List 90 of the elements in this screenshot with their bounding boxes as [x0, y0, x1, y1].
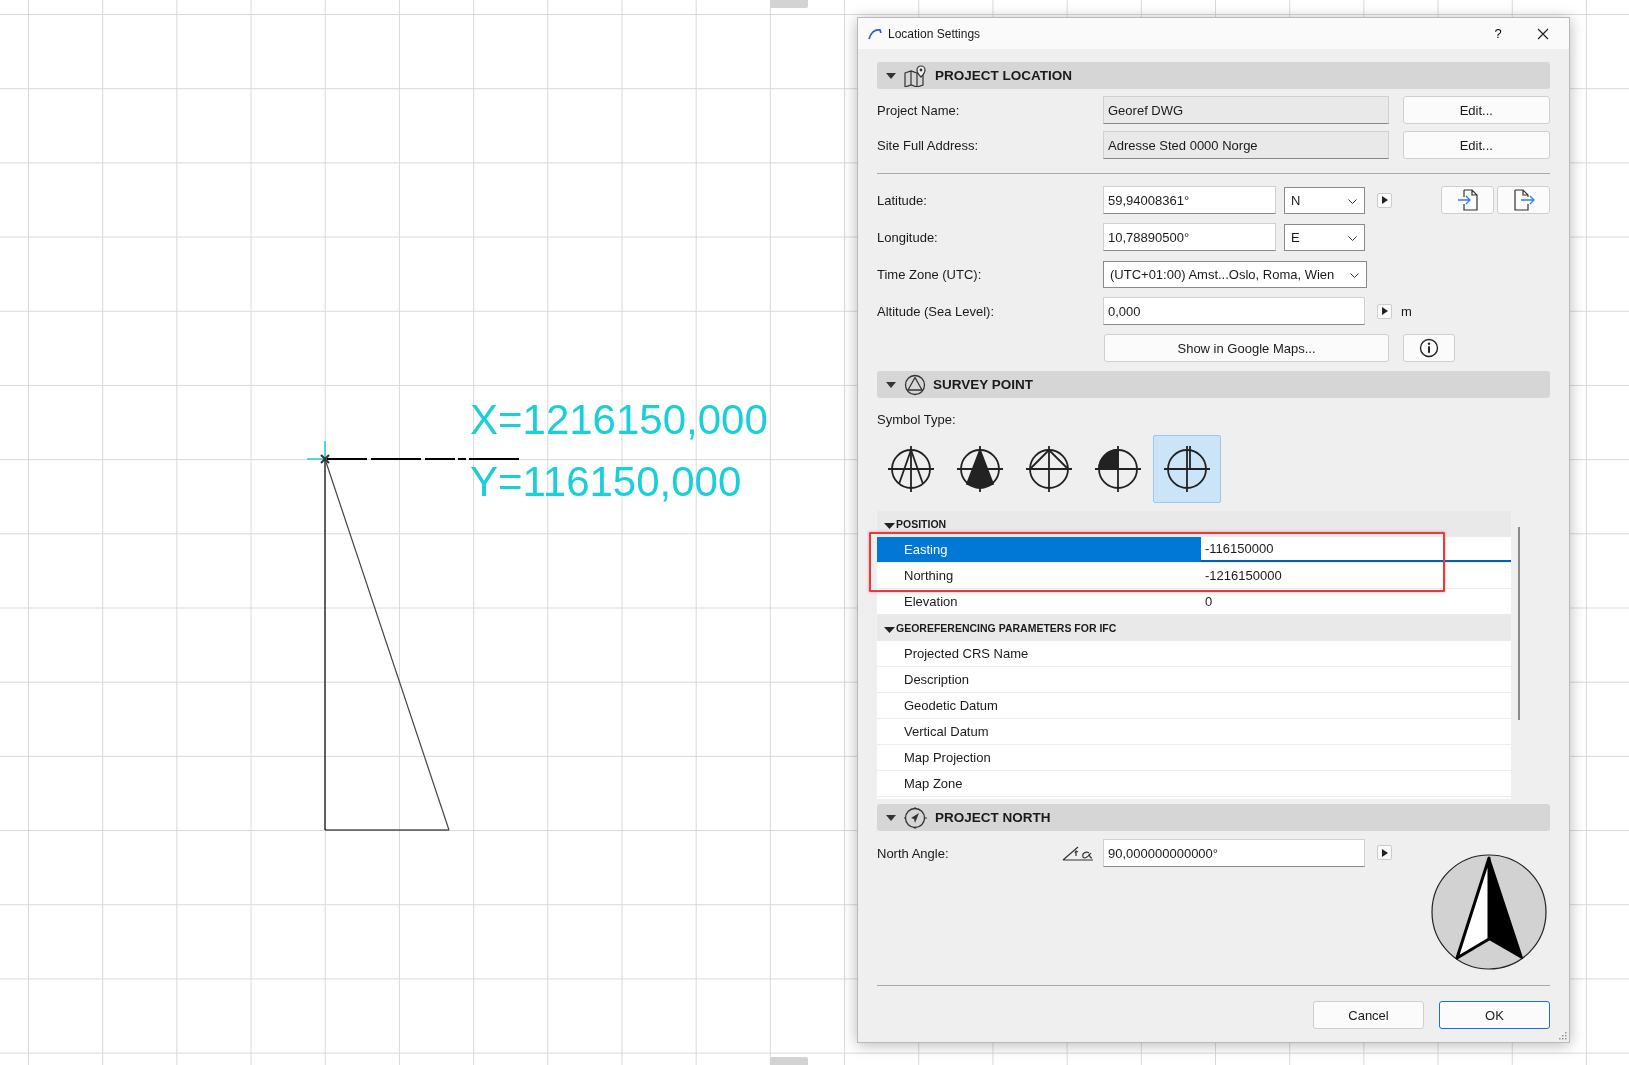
expand-button[interactable] [1377, 303, 1392, 319]
field-label: North Angle: [877, 846, 950, 861]
coordinate-field[interactable]: 10,78890500° [1103, 223, 1276, 251]
field-label: Project Name: [877, 102, 961, 118]
property-row[interactable]: Projected CRS Name [877, 641, 1511, 667]
property-name: Northing [903, 567, 955, 585]
property-name: Map Projection [903, 749, 992, 767]
angle-icon [1062, 844, 1094, 862]
field-label: Time Zone (UTC): [877, 266, 983, 282]
property-name: Vertical Datum [903, 723, 990, 741]
field-label: Latitude: [877, 192, 928, 208]
section-header[interactable]: PROJECT LOCATION [877, 62, 1550, 89]
survey-symbol-icon [1092, 443, 1144, 495]
collapse-triangle-icon [886, 381, 896, 388]
north-angle-field[interactable]: 90,000000000000° [1103, 839, 1365, 867]
property-name: Geodetic Datum [903, 697, 999, 715]
survey-symbol-icon [954, 443, 1006, 495]
expand-button[interactable] [1377, 845, 1392, 860]
property-row[interactable]: Northing -1216150000 [877, 563, 1511, 589]
hemisphere-dropdown[interactable]: N [1284, 186, 1365, 214]
play-arrow-icon [1381, 196, 1388, 204]
survey-symbol-icon [885, 443, 937, 495]
property-name: Map Zone [903, 775, 964, 793]
property-value: -116150000 [1205, 541, 1274, 556]
info-icon [1419, 338, 1439, 358]
collapse-triangle-icon [886, 814, 896, 821]
property-row[interactable]: Map Projection [877, 745, 1511, 771]
hemisphere-dropdown[interactable]: E [1284, 223, 1365, 251]
coordinate-field[interactable]: 59,94008361° [1103, 186, 1276, 214]
expand-button[interactable] [1377, 192, 1392, 208]
property-row[interactable]: Geodetic Datum [877, 693, 1511, 719]
property-name: Elevation [903, 593, 959, 611]
coordinate-label: Y=116150,000 [470, 458, 742, 506]
survey-symbol-icon [1023, 443, 1075, 495]
collapse-triangle-icon [884, 627, 895, 633]
text-field[interactable]: Georef DWG [1103, 96, 1389, 124]
group-header[interactable]: POSITION [877, 511, 1511, 537]
dialog-button[interactable]: Cancel [1313, 1001, 1424, 1029]
property-row[interactable]: Easting -116150000 [877, 537, 1511, 563]
altitude-field[interactable]: 0,000 [1103, 297, 1365, 325]
section-header[interactable]: SURVEY POINT [877, 371, 1550, 398]
survey-point-marker[interactable] [306, 440, 330, 464]
chevron-down-icon [1348, 198, 1357, 204]
survey-symbol-icon [1161, 443, 1213, 495]
edit-button[interactable]: Edit... [1402, 96, 1550, 124]
field-label: Longitude: [877, 229, 939, 245]
window-title: Location Settings [888, 26, 982, 41]
app-logo-icon [868, 27, 882, 40]
property-name: Description [903, 671, 971, 689]
property-value: 0 [1205, 594, 1213, 609]
file-export-icon [1511, 189, 1536, 211]
property-row[interactable]: Description [877, 667, 1511, 693]
property-row[interactable]: Vertical Datum [877, 719, 1511, 745]
symbol-type-option[interactable] [1153, 435, 1221, 503]
help-button[interactable]: ? [1483, 19, 1513, 48]
property-row[interactable]: Map Zone [877, 771, 1511, 797]
file-import-icon [1455, 189, 1480, 211]
section-title: PROJECT NORTH [935, 810, 1051, 825]
info-button[interactable] [1403, 334, 1455, 362]
export-button[interactable] [1497, 186, 1550, 214]
collapse-triangle-icon [886, 72, 896, 79]
section-header[interactable]: PROJECT NORTH [877, 804, 1550, 831]
section-title: SURVEY POINT [933, 377, 1034, 392]
play-arrow-icon [1381, 307, 1388, 315]
time-zone-dropdown[interactable]: (UTC+01:00) Amst...Oslo, Roma, Wien [1103, 260, 1367, 288]
field-label: Site Full Address: [877, 137, 980, 153]
play-arrow-icon [1381, 848, 1388, 857]
field-label: Symbol Type: [877, 412, 957, 428]
import-button[interactable] [1441, 186, 1494, 214]
map-pin-icon [904, 64, 928, 87]
chevron-down-icon [1350, 272, 1359, 278]
coordinate-label: X=1216150,000 [470, 396, 768, 444]
section-title: PROJECT LOCATION [935, 68, 1072, 83]
edit-button[interactable]: Edit... [1402, 131, 1550, 159]
chevron-down-icon [1348, 235, 1357, 241]
field-label: Altitude (Sea Level): [877, 303, 996, 319]
property-name: Easting [877, 537, 1201, 562]
resize-grip-icon[interactable] [1559, 1032, 1567, 1040]
unit-label: m [1401, 303, 1412, 319]
group-header[interactable]: GEOREFERENCING PARAMETERS FOR IFC [877, 615, 1511, 641]
compass-icon [904, 806, 928, 829]
scrollbar-thumb[interactable] [1518, 527, 1520, 720]
collapse-triangle-icon [884, 523, 895, 529]
text-field[interactable]: Adresse Sted 0000 Norge [1103, 131, 1389, 159]
survey-point-icon [904, 373, 926, 396]
property-value: -1216150000 [1205, 568, 1282, 583]
dialog-button[interactable]: OK [1439, 1001, 1550, 1029]
show-map-button[interactable]: Show in Google Maps... [1104, 334, 1389, 362]
property-name: Projected CRS Name [903, 645, 1030, 663]
close-icon[interactable] [1537, 27, 1549, 40]
